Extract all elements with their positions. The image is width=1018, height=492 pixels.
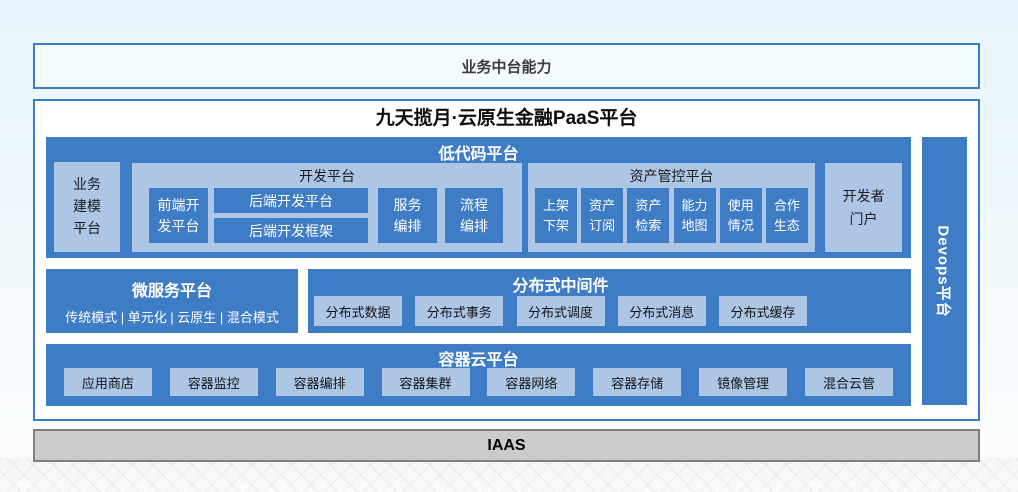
distributed-middleware-section: 分布式中间件 分布式数据 分布式事务 分布式调度 分布式消息 分布式缓存 [308, 269, 911, 333]
asset-item-capability-map: 能力 地图 [674, 188, 716, 243]
business-middle-platform-banner: 业务中台能力 [33, 43, 980, 89]
middleware-item-scheduling: 分布式调度 [517, 296, 605, 326]
devops-platform-bar: Devops平台 [922, 137, 967, 405]
cc-item-cluster: 容器集群 [382, 368, 470, 396]
middleware-items-row: 分布式数据 分布式事务 分布式调度 分布式消息 分布式缓存 [308, 296, 813, 326]
middleware-item-transaction: 分布式事务 [415, 296, 503, 326]
asset-item-listing: 上架 下架 [535, 188, 577, 243]
cc-item-hybrid-cloud: 混合云管 [805, 368, 893, 396]
cc-item-monitoring: 容器监控 [170, 368, 258, 396]
asset-control-platform-group: 资产管控平台 上架 下架 资产 订阅 资产 检索 能力 地图 使用 情况 合作 … [528, 163, 815, 252]
microservice-platform-title: 微服务平台 [132, 277, 212, 301]
dev-platform-group: 开发平台 前端开 发平台 后端开发平台 后端开发框架 服务 编排 流程 编排 [132, 163, 522, 252]
cc-item-storage: 容器存储 [593, 368, 681, 396]
asset-items-row: 上架 下架 资产 订阅 资产 检索 能力 地图 使用 情况 合作 生态 [528, 188, 815, 243]
container-cloud-items-row: 应用商店 容器监控 容器编排 容器集群 容器网络 容器存储 镜像管理 混合云管 [46, 368, 911, 396]
process-orchestration-box: 流程 编排 [445, 188, 503, 243]
platform-title: 九天揽月·云原生金融PaaS平台 [33, 103, 980, 129]
lowcode-platform-title: 低代码平台 [46, 140, 911, 164]
cc-item-orchestration: 容器编排 [276, 368, 364, 396]
banner-label: 业务中台能力 [461, 56, 551, 77]
distributed-middleware-title: 分布式中间件 [308, 272, 813, 296]
service-orchestration-box: 服务 编排 [378, 188, 437, 243]
middleware-item-messaging: 分布式消息 [618, 296, 706, 326]
asset-item-subscription: 资产 订阅 [581, 188, 623, 243]
backend-dev-framework-box: 后端开发框架 [214, 218, 368, 243]
lowcode-platform-section: 低代码平台 业务 建模 平台 开发平台 前端开 发平台 后端开发平台 后端开发框… [46, 137, 911, 258]
iaas-label: IAAS [487, 437, 525, 455]
asset-item-usage: 使用 情况 [720, 188, 762, 243]
frontend-dev-platform-box: 前端开 发平台 [149, 188, 208, 243]
dev-platform-title: 开发平台 [132, 166, 522, 186]
devops-platform-title: Devops平台 [934, 225, 955, 317]
cc-item-network: 容器网络 [487, 368, 575, 396]
asset-control-platform-title: 资产管控平台 [528, 166, 815, 186]
microservice-platform-section: 微服务平台 传统模式 | 单元化 | 云原生 | 混合模式 [46, 269, 298, 333]
middleware-content: 分布式中间件 分布式数据 分布式事务 分布式调度 分布式消息 分布式缓存 [308, 269, 813, 333]
asset-item-ecosystem: 合作 生态 [766, 188, 808, 243]
developer-portal-box: 开发者 门户 [825, 163, 902, 252]
cc-item-app-store: 应用商店 [64, 368, 152, 396]
asset-item-retrieval: 资产 检索 [627, 188, 669, 243]
background-watermark [0, 458, 1018, 492]
backend-dev-platform-box: 后端开发平台 [214, 188, 368, 213]
middleware-item-data: 分布式数据 [314, 296, 402, 326]
business-modeling-platform-box: 业务 建模 平台 [54, 162, 120, 252]
container-cloud-platform-title: 容器云平台 [46, 346, 911, 370]
cc-item-image-mgmt: 镜像管理 [699, 368, 787, 396]
iaas-bar: IAAS [33, 429, 980, 462]
microservice-modes: 传统模式 | 单元化 | 云原生 | 混合模式 [65, 307, 279, 326]
middleware-item-cache: 分布式缓存 [719, 296, 807, 326]
container-cloud-platform-section: 容器云平台 应用商店 容器监控 容器编排 容器集群 容器网络 容器存储 镜像管理… [46, 344, 911, 406]
backend-stack: 后端开发平台 后端开发框架 [214, 188, 368, 243]
